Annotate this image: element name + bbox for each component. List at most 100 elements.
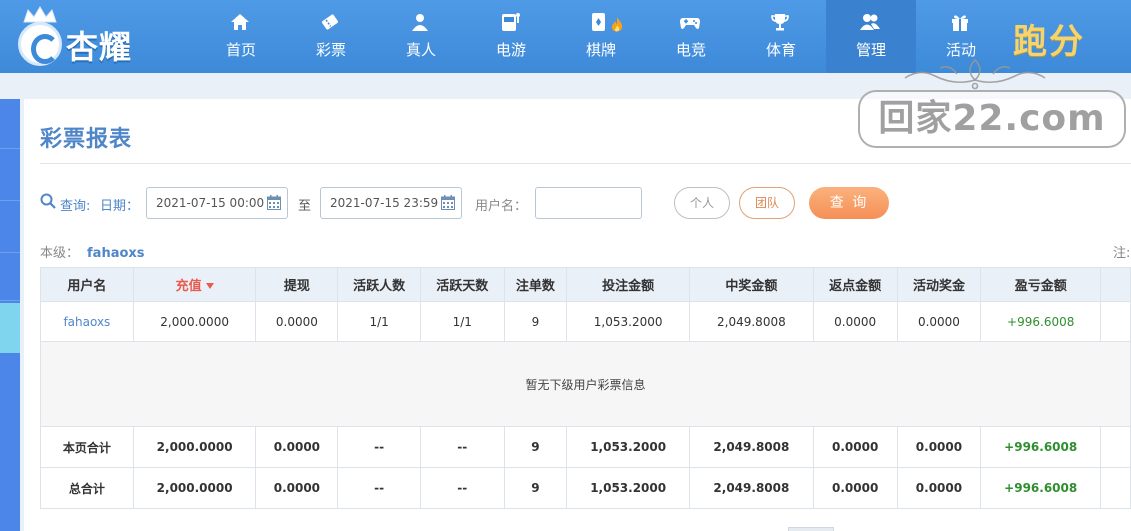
col-header-label: 充值 — [175, 279, 202, 294]
col-header-recharge[interactable]: 充值 — [132, 267, 257, 302]
trophy-icon — [771, 14, 789, 31]
card-icon — [592, 13, 605, 31]
end-date-input[interactable]: 2021-07-15 23:59 — [320, 187, 462, 219]
side-menu-item[interactable] — [0, 201, 20, 253]
pagination-button[interactable] — [788, 527, 834, 531]
cell-extra — [1100, 301, 1131, 342]
cell-active-users: -- — [337, 426, 421, 468]
nav-item-home[interactable]: 首页 — [196, 0, 286, 73]
end-date-value: 2021-07-15 23:59 — [330, 196, 439, 210]
calendar-icon[interactable] — [267, 195, 281, 210]
nav-label: 彩票 — [315, 41, 346, 59]
cell-withdraw: 0.0000 — [255, 426, 339, 468]
cell-bet-amount: 1,053.2000 — [566, 467, 691, 509]
cell-rebate: 0.0000 — [812, 426, 898, 468]
col-header-username: 用户名 — [40, 267, 134, 302]
col-header-withdraw: 提现 — [255, 267, 339, 302]
query-label: 查询: — [60, 199, 91, 214]
cell-extra — [1100, 467, 1131, 509]
start-date-input[interactable]: 2021-07-15 00:00 — [146, 187, 288, 219]
nav-item-esports[interactable]: 电竞 — [646, 0, 736, 73]
cell-recharge: 2,000.0000 — [132, 426, 257, 468]
cell-active-days: 1/1 — [419, 301, 505, 342]
cell-bonus: 0.0000 — [896, 426, 982, 468]
nav-item-cards[interactable]: 棋牌 — [556, 0, 646, 73]
nav-label: 真人 — [405, 41, 436, 59]
page-total-row: 本页合计 2,000.0000 0.0000 -- -- 9 1,053.200… — [40, 426, 1131, 468]
hot-fire-icon — [611, 17, 623, 32]
side-menu-item-active[interactable] — [0, 303, 20, 353]
cell-active-days: -- — [419, 467, 505, 509]
users-icon — [860, 14, 880, 30]
cell-rebate: 0.0000 — [812, 301, 898, 342]
cell-label: 本页合计 — [40, 426, 134, 468]
live-dealer-icon — [412, 14, 428, 31]
date-label: 日期： — [100, 199, 140, 214]
calendar-icon[interactable] — [441, 195, 455, 210]
side-menu-item[interactable] — [0, 253, 20, 301]
table-row: fahaoxs 2,000.0000 0.0000 1/1 1/1 9 1,05… — [40, 301, 1131, 342]
col-header-active-days: 活跃天数 — [419, 267, 505, 302]
empty-message: 暂无下级用户彩票信息 — [40, 341, 1131, 427]
table-header-row: 用户名 充值 提现 活跃人数 活跃天数 注单数 投注金额 中奖金额 返点金额 活… — [40, 267, 1131, 302]
col-header-bonus: 活动奖金 — [896, 267, 982, 302]
cell-recharge: 2,000.0000 — [132, 301, 257, 342]
brand-name: 杏耀 — [66, 28, 133, 66]
col-header-rebate: 返点金额 — [812, 267, 898, 302]
current-level: 本级： fahaoxs — [40, 242, 145, 261]
cell-bonus: 0.0000 — [896, 301, 982, 342]
cell-win-amount: 2,049.8008 — [689, 467, 814, 509]
title-divider — [40, 163, 1131, 164]
empty-message-row: 暂无下级用户彩票信息 — [40, 341, 1131, 427]
level-label: 本级： — [40, 246, 80, 261]
nav-label: 电竞 — [675, 41, 706, 59]
cell-active-users: 1/1 — [337, 301, 421, 342]
cell-username[interactable]: fahaoxs — [40, 301, 134, 342]
lottery-ticket-icon — [321, 14, 339, 30]
col-header-active-users: 活跃人数 — [337, 267, 421, 302]
side-menu-item[interactable] — [0, 149, 20, 201]
col-header-win-amount: 中奖金额 — [689, 267, 814, 302]
col-header-profit: 盈亏金额 — [980, 267, 1102, 302]
nav-item-live[interactable]: 真人 — [376, 0, 466, 73]
personal-button[interactable]: 个人 — [674, 187, 730, 219]
cell-profit: +996.6008 — [980, 467, 1102, 509]
page-title: 彩票报表 — [40, 127, 133, 152]
side-menu-strip[interactable] — [0, 99, 20, 531]
gamepad-icon — [680, 18, 700, 29]
nav-label: 首页 — [225, 41, 256, 59]
brand-logo[interactable]: 杏耀 — [14, 6, 164, 68]
cell-bet-amount: 1,053.2000 — [566, 301, 691, 342]
nav-item-lottery[interactable]: 彩票 — [286, 0, 376, 73]
search-icon — [40, 193, 56, 209]
query-button[interactable]: 查 询 — [809, 187, 889, 219]
cell-bet-amount: 1,053.2000 — [566, 426, 691, 468]
level-username[interactable]: fahaoxs — [87, 246, 145, 261]
report-panel: 彩票报表 查询: 日期： 2021-07-15 00:00 至 2021-07-… — [24, 99, 1131, 531]
cell-withdraw: 0.0000 — [255, 467, 339, 509]
nav-label: 电游 — [495, 41, 526, 59]
cell-orders: 9 — [503, 301, 568, 342]
sort-desc-icon — [205, 283, 214, 289]
col-header-bet-amount: 投注金额 — [566, 267, 691, 302]
cell-profit: +996.6008 — [980, 301, 1102, 342]
gift-icon — [952, 15, 968, 31]
start-date-value: 2021-07-15 00:00 — [156, 196, 265, 210]
col-header-orders: 注单数 — [503, 267, 568, 302]
main-nav: 首页 彩票 真人 电游 棋牌 电竞 体育 管理 活动 — [196, 0, 1006, 73]
nav-item-slots[interactable]: 电游 — [466, 0, 556, 73]
to-label: 至 — [298, 199, 312, 214]
cell-active-days: -- — [419, 426, 505, 468]
cell-active-users: -- — [337, 467, 421, 509]
cell-rebate: 0.0000 — [812, 467, 898, 509]
team-button[interactable]: 团队 — [739, 187, 795, 219]
home-icon — [231, 14, 249, 30]
cell-orders: 9 — [503, 467, 568, 509]
cell-recharge: 2,000.0000 — [132, 467, 257, 509]
cell-orders: 9 — [503, 426, 568, 468]
cell-win-amount: 2,049.8008 — [689, 301, 814, 342]
side-menu-item[interactable] — [0, 99, 20, 149]
col-header-extra — [1100, 267, 1131, 302]
nav-item-sports[interactable]: 体育 — [736, 0, 826, 73]
username-input[interactable] — [535, 187, 642, 219]
